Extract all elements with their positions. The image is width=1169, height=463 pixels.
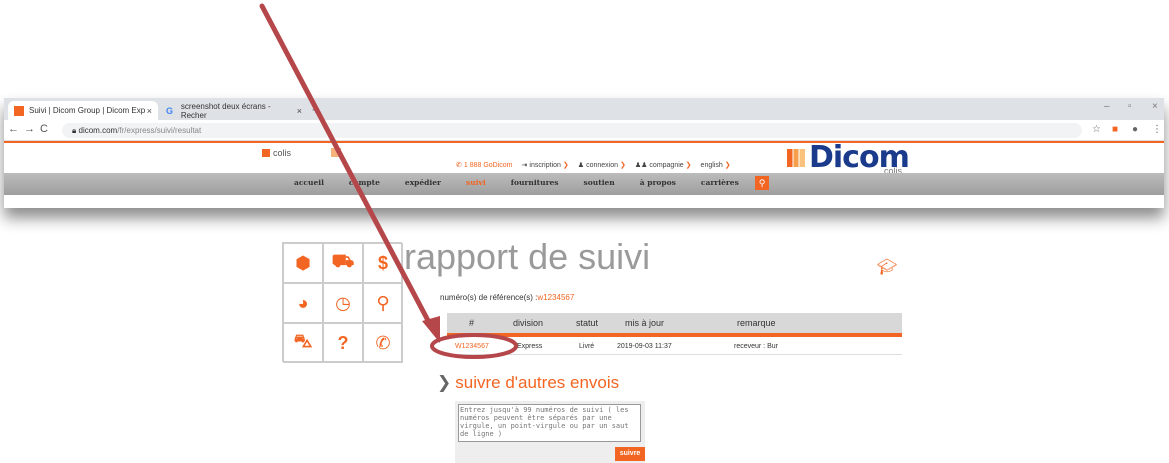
url-path: /fr/express/suivi/resultat	[117, 126, 202, 135]
phone-label: 1 888 GoDicom	[463, 161, 513, 169]
top-links: ✆ 1 888 GoDicom ⇥ inscription ❯ ♟ connexion ❯…	[456, 161, 731, 170]
follow-form: suivre	[455, 401, 645, 463]
close-tab-icon[interactable]: ×	[147, 106, 152, 116]
arrow-icon: ❯	[724, 162, 731, 169]
extension-icon[interactable]: ■	[1112, 124, 1118, 135]
connexion-link[interactable]: ♟ connexion ❯	[577, 161, 626, 170]
truck-icon[interactable]: ⛟	[323, 243, 363, 283]
reload-icon[interactable]: C	[40, 123, 48, 135]
help-icon[interactable]: ?	[323, 323, 363, 363]
annotation-arrow-head	[422, 316, 440, 343]
close-tab-icon[interactable]: ×	[297, 106, 302, 116]
arrow-icon: ❯	[685, 162, 692, 169]
tracking-table: # division statut mis à jour remarque W1…	[447, 313, 902, 355]
nav-carrieres[interactable]: carrières	[701, 178, 739, 187]
site-header: colis ✆ 1 888 GoDicom ⇥ inscription ❯ ♟ conn…	[4, 140, 1164, 176]
tab-google[interactable]: G screenshot deux écrans - Recher ×	[160, 101, 308, 120]
nav-a-propos[interactable]: à propos	[640, 178, 676, 187]
connexion-label: connexion	[586, 161, 618, 169]
col-updated: mis à jour	[625, 318, 665, 328]
restore-button[interactable]: ▫	[1128, 101, 1132, 112]
english-label: english	[700, 161, 723, 169]
minimize-button[interactable]: –	[1104, 101, 1110, 112]
dicom-favicon-icon	[14, 105, 24, 116]
address-bar: ← → C 🔒︎ dicom.com/fr/express/suivi/resu…	[4, 120, 1164, 141]
search-icon[interactable]: ⚲	[755, 176, 769, 190]
tab-label: Suivi | Dicom Group | Dicom Exp	[29, 106, 146, 115]
url-host: dicom.com	[78, 126, 118, 135]
nav-expedier[interactable]: expédier	[405, 178, 441, 187]
col-statut: statut	[576, 318, 599, 328]
table-row: W1234567 Express Livré 2019-09-03 11:37 …	[447, 337, 902, 355]
browser-window: Suivi | Dicom Group | Dicom Exp × G scre…	[4, 98, 1164, 208]
colis-tab[interactable]: colis	[262, 148, 291, 158]
follow-heading: ❯ suivre d'autres envois	[437, 373, 619, 393]
phone-icon: ✆	[456, 162, 462, 169]
arrow-icon: ❯	[562, 162, 569, 169]
reference-line: numéro(s) de référence(s) :w1234567	[440, 293, 574, 302]
colis-square-icon	[262, 149, 270, 157]
nav-soutien[interactable]: soutien	[584, 178, 615, 187]
service-icon-grid: ⬢ ⛟ $ ◕ ◷ ⚲ ⛍ ? ✆	[282, 242, 403, 363]
follow-title: suivre d'autres envois	[455, 373, 620, 392]
cart-icon[interactable]: ⛍	[283, 323, 323, 363]
new-tab-button[interactable]: +	[312, 102, 320, 117]
nav-suivi[interactable]: suivi	[466, 178, 486, 187]
phone-icon[interactable]: ✆	[363, 323, 403, 363]
col-number: #	[469, 318, 475, 328]
back-icon[interactable]: ←	[8, 123, 19, 135]
colis-tab-label: colis	[273, 148, 292, 158]
tracking-numbers-input[interactable]	[458, 404, 641, 442]
cell-division: Express	[517, 343, 543, 350]
page-title: rapport de suivi	[404, 236, 651, 277]
login-icon: ⇥	[521, 162, 528, 169]
group-icon: ♟♟	[634, 162, 648, 169]
submit-button[interactable]: suivre	[615, 447, 645, 461]
bookmark-star-icon[interactable]: ☆	[1092, 124, 1101, 135]
secondary-tab[interactable]	[331, 148, 341, 157]
table-header: # division statut mis à jour remarque	[447, 313, 902, 333]
english-link[interactable]: english ❯	[700, 161, 731, 170]
graduation-cap-icon[interactable]: 🎓︎	[877, 257, 897, 277]
clock-icon[interactable]: ◷	[323, 283, 363, 323]
reference-value: w1234567	[537, 293, 575, 302]
cell-statut: Livré	[579, 343, 595, 350]
inscription-link[interactable]: ⇥ inscription ❯	[521, 161, 569, 170]
tab-suivi[interactable]: Suivi | Dicom Group | Dicom Exp ×	[8, 101, 158, 120]
arrow-icon: ❯	[619, 162, 626, 169]
url-field[interactable]: 🔒︎ dicom.com/fr/express/suivi/resultat	[62, 123, 1082, 138]
nav-compte[interactable]: compte	[349, 178, 380, 187]
main-nav: accueil compte expédier suivi fourniture…	[4, 173, 1164, 195]
nav-accueil[interactable]: accueil	[294, 178, 324, 187]
dashboard-icon[interactable]: ◕	[283, 283, 323, 323]
cell-remark: receveur : Bur	[734, 343, 778, 350]
forward-icon[interactable]: →	[24, 123, 35, 135]
tab-label: screenshot deux écrans - Recher	[180, 101, 271, 120]
logo-grid-icon	[787, 149, 805, 167]
user-icon: ♟	[577, 162, 585, 169]
col-division: division	[513, 318, 544, 328]
dollar-icon[interactable]: $	[363, 243, 403, 283]
cell-updated: 2019-09-03 11:37	[617, 343, 672, 350]
phone-link[interactable]: ✆ 1 888 GoDicom	[456, 161, 513, 170]
reference-label: numéro(s) de référence(s) :	[440, 293, 538, 302]
box-icon[interactable]: ⬢	[283, 243, 323, 283]
chevron-right-icon: ❯	[437, 373, 452, 392]
google-favicon-icon: G	[166, 105, 174, 116]
tab-bar: Suivi | Dicom Group | Dicom Exp × G scre…	[4, 98, 1164, 120]
tracking-number-link[interactable]: W1234567	[455, 343, 489, 350]
profile-icon[interactable]: ●	[1132, 124, 1138, 135]
col-remark: remarque	[737, 318, 776, 328]
compagnie-link[interactable]: ♟♟ compagnie ❯	[634, 161, 692, 170]
map-marker-icon[interactable]: ⚲	[363, 283, 403, 323]
compagnie-label: compagnie	[649, 161, 684, 169]
inscription-label: inscription	[529, 161, 561, 169]
nav-fournitures[interactable]: fournitures	[511, 178, 559, 187]
lock-icon: 🔒︎	[72, 126, 77, 135]
close-window-button[interactable]: ×	[1152, 101, 1158, 112]
menu-icon[interactable]: ⋮	[1152, 124, 1162, 135]
annotation-overlay	[259, 3, 518, 359]
